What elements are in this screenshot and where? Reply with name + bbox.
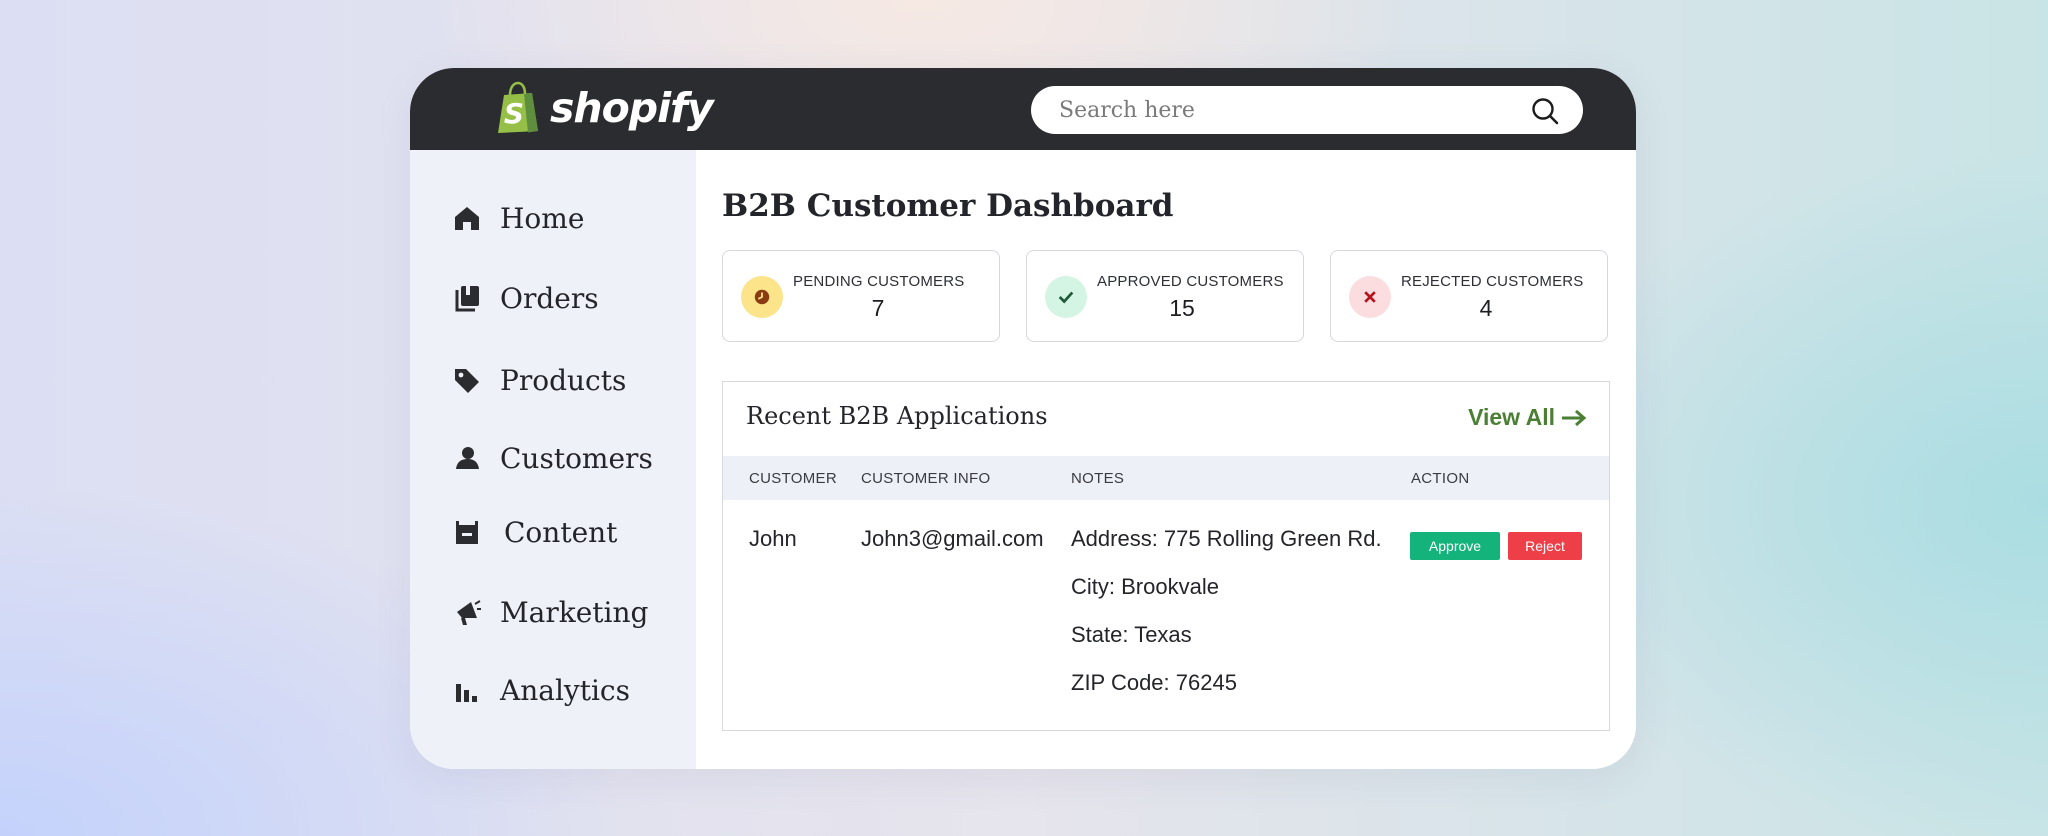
note-zip: ZIP Code: 76245 [1071,670,1237,695]
stat-card-rejected: REJECTED CUSTOMERS 4 [1330,250,1608,342]
shopify-logo[interactable]: S shopify [494,80,714,136]
stat-label: PENDING CUSTOMERS [793,273,965,290]
column-header: NOTES [1071,470,1125,487]
search-icon[interactable] [1531,97,1559,125]
sidebar-item-label: Products [500,363,627,397]
customer-name: John [749,526,797,551]
column-header: CUSTOMER INFO [861,470,991,487]
sidebar-item-label: Home [500,201,585,235]
app-window: S shopify Home Orders [410,68,1636,769]
stat-label: REJECTED CUSTOMERS [1401,273,1584,290]
sidebar-item-customers[interactable]: Customers [452,436,653,480]
view-all-link[interactable]: View All [1468,404,1587,431]
x-icon [1349,276,1391,318]
customer-email: John3@gmail.com [861,526,1044,551]
stat-value: 4 [1479,295,1493,321]
recent-applications-panel: Recent B2B Applications View All CUSTOME… [722,381,1610,731]
sidebar-item-marketing[interactable]: Marketing [452,590,648,634]
sidebar-item-label: Customers [500,441,653,475]
stat-card-pending: PENDING CUSTOMERS 7 [722,250,1000,342]
clock-icon [741,276,783,318]
search-input[interactable] [1059,92,1499,128]
megaphone-icon [452,597,482,627]
stat-label: APPROVED CUSTOMERS [1097,273,1284,290]
sidebar-item-label: Content [504,515,618,549]
top-bar: S shopify [410,68,1636,150]
search-bar [1031,86,1583,134]
check-icon [1045,276,1087,318]
sidebar-item-label: Analytics [500,673,630,707]
view-all-label: View All [1468,404,1555,430]
home-icon [452,203,482,233]
sidebar: Home Orders Products Customers Content M… [410,150,696,769]
content-icon [452,517,482,547]
sidebar-item-label: Marketing [500,595,649,629]
note-address: Address: 775 Rolling Green Rd. [1071,526,1382,551]
sidebar-item-orders[interactable]: Orders [452,276,599,320]
sidebar-item-analytics[interactable]: Analytics [452,668,630,712]
column-header: CUSTOMER [749,470,837,487]
stat-value: 15 [1169,295,1195,321]
sidebar-item-products[interactable]: Products [452,358,626,402]
sidebar-item-label: Orders [500,281,599,315]
section-title: Recent B2B Applications [746,402,1048,430]
svg-text:S: S [504,97,524,130]
main-content: B2B Customer Dashboard PENDING CUSTOMERS… [696,150,1636,769]
approve-button[interactable]: Approve [1410,532,1500,560]
arrow-right-icon [1562,409,1587,426]
note-city: City: Brookvale [1071,574,1219,599]
note-state: State: Texas [1071,622,1192,647]
sidebar-item-content[interactable]: Content [452,510,617,554]
table-header: CUSTOMER CUSTOMER INFO NOTES ACTION [723,456,1609,500]
orders-icon [452,283,482,313]
stat-card-approved: APPROVED CUSTOMERS 15 [1026,250,1304,342]
reject-button[interactable]: Reject [1508,532,1582,560]
bar-chart-icon [452,675,482,705]
brand-name: shopify [550,84,714,132]
page-title: B2B Customer Dashboard [722,188,1174,224]
shopping-bag-icon: S [498,81,538,133]
column-header: ACTION [1411,470,1470,487]
stat-value: 7 [871,295,885,321]
tag-icon [452,365,482,395]
customer-icon [452,443,482,473]
sidebar-item-home[interactable]: Home [452,196,584,240]
